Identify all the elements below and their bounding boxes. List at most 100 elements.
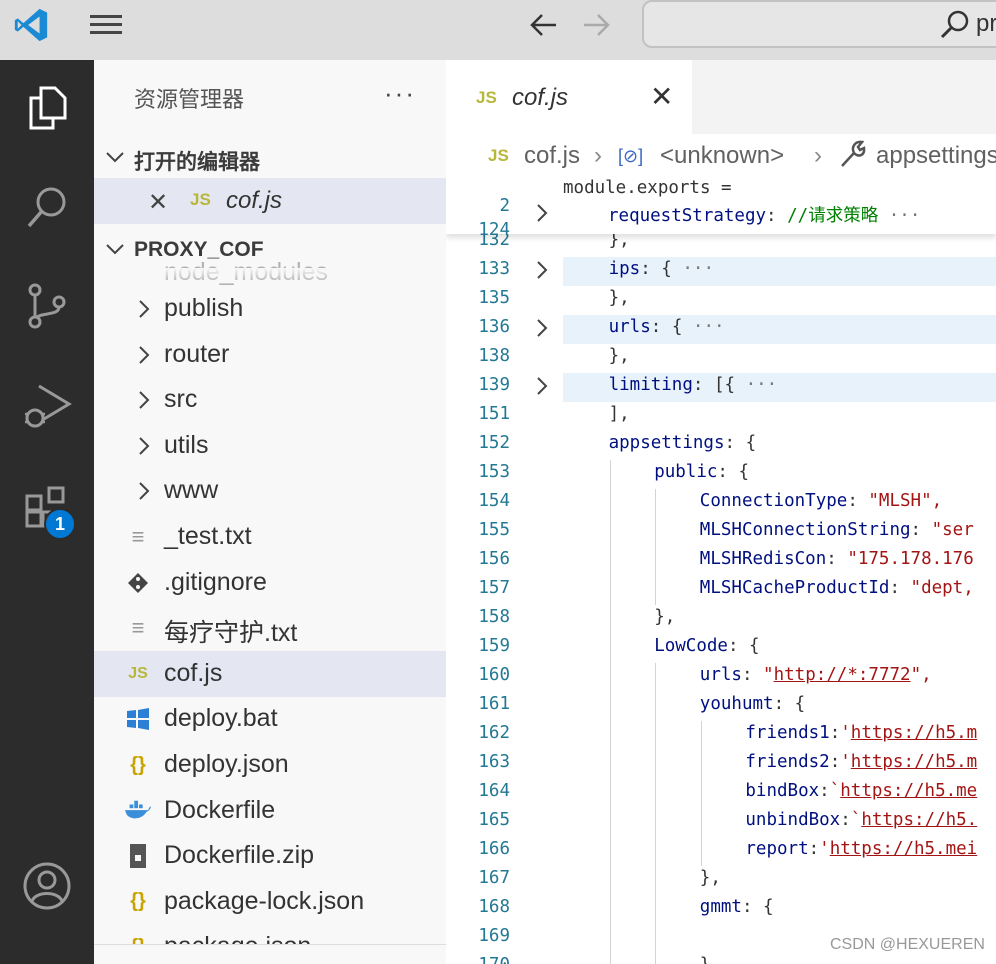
tab-label: cof.js xyxy=(512,84,569,111)
code-line[interactable]: 160 urls: "http://*:7772", xyxy=(446,663,996,692)
text-file-icon: ≡ xyxy=(131,615,145,641)
tree-item[interactable]: .gitignore xyxy=(94,560,446,606)
code-line[interactable]: 139 limiting: [{ ··· xyxy=(446,373,996,402)
chevron-right-icon xyxy=(130,477,158,505)
code-line[interactable]: 155 MLSHConnectionString: "ser xyxy=(446,518,996,547)
tree-item-label: .gitignore xyxy=(164,567,267,596)
outline-section[interactable] xyxy=(94,944,446,964)
code-line[interactable]: 157 MLSHCacheProductId: "dept, xyxy=(446,576,996,605)
zip-file-icon xyxy=(124,842,152,870)
run-debug-icon[interactable] xyxy=(0,366,94,446)
tree-item-label: _test.txt xyxy=(164,522,252,550)
vscode-logo-icon xyxy=(12,6,50,44)
breadcrumb-symbol-unknown[interactable]: <unknown> xyxy=(660,142,784,170)
code-line[interactable]: 163 friends2:'https://h5.m xyxy=(446,750,996,779)
git-icon xyxy=(124,569,152,597)
code-line[interactable]: 151], xyxy=(446,402,996,431)
source-control-icon[interactable] xyxy=(0,266,94,346)
code-line[interactable]: 167}, xyxy=(446,866,996,895)
open-editor-item[interactable]: ✕ JS cof.js xyxy=(94,178,446,224)
tree-item-label: 每疗守护.txt xyxy=(164,619,298,648)
chevron-right-icon[interactable] xyxy=(534,375,550,397)
close-icon[interactable]: ✕ xyxy=(148,188,168,217)
tree-item[interactable]: {} deploy.json xyxy=(94,742,446,788)
open-editors-section[interactable]: 打开的编辑器 xyxy=(94,136,446,180)
code-line[interactable]: 161 youhumt: { xyxy=(446,692,996,721)
tree-item[interactable]: Dockerfile xyxy=(94,788,446,834)
code-line[interactable]: 168 gmmt: { xyxy=(446,895,996,924)
extensions-icon[interactable] xyxy=(0,468,94,548)
tree-item[interactable]: JS cof.js xyxy=(94,650,446,697)
tree-item-label: cof.js xyxy=(164,658,223,687)
symbol-object-icon: [⊘] xyxy=(618,146,644,166)
open-editors-label: 打开的编辑器 xyxy=(134,151,260,174)
breadcrumb-symbol-appsettings[interactable]: appsettings xyxy=(876,142,996,170)
menu-icon[interactable] xyxy=(88,12,124,38)
tree-item-label: package-lock.json xyxy=(164,886,365,915)
chevron-right-icon[interactable] xyxy=(534,259,550,281)
code-line[interactable]: 152 appsettings: { xyxy=(446,431,996,460)
code-line[interactable]: 138}, xyxy=(446,344,996,373)
json-icon: {} xyxy=(130,753,146,776)
js-file-icon: JS xyxy=(190,190,211,209)
more-actions-button[interactable]: ··· xyxy=(384,78,416,109)
code-line[interactable]: 133 ips: { ··· xyxy=(446,257,996,286)
tree-item-label: src xyxy=(164,385,198,414)
tab-cof-js[interactable]: JS cof.js ✕ xyxy=(446,60,692,134)
tree-item[interactable]: ≡ 每疗守护.txt xyxy=(94,605,446,651)
tree-item-label: Dockerfile xyxy=(164,795,276,824)
code-line[interactable]: 153 public: { xyxy=(446,460,996,489)
chevron-right-icon xyxy=(130,341,158,369)
chevron-right-icon[interactable] xyxy=(534,317,550,339)
code-line[interactable]: 164 bindBox:`https://h5.me xyxy=(446,779,996,808)
js-file-icon: JS xyxy=(128,664,148,682)
breadcrumb: JS cof.js › [⊘] <unknown> › appsettings xyxy=(446,136,996,176)
tree-item[interactable]: src xyxy=(94,377,446,423)
forward-arrow-icon[interactable] xyxy=(580,10,612,40)
watermark: CSDN @HEXUEREN xyxy=(830,936,985,953)
tree-item[interactable]: Dockerfile.zip xyxy=(94,833,446,879)
chevron-down-icon xyxy=(106,152,124,163)
code-line[interactable]: 162 friends1:'https://h5.m xyxy=(446,721,996,750)
command-center-search[interactable]: pr xyxy=(642,0,996,48)
code-line[interactable]: 170}, xyxy=(446,953,996,964)
tree-item-label: www xyxy=(164,476,219,505)
tree-item-label: router xyxy=(164,339,230,368)
json-icon: {} xyxy=(130,890,146,913)
code-line[interactable]: 158}, xyxy=(446,605,996,634)
back-arrow-icon[interactable] xyxy=(528,10,560,40)
code-line[interactable]: 159 LowCode: { xyxy=(446,634,996,663)
chevron-right-icon[interactable] xyxy=(534,202,550,224)
open-editor-name: cof.js xyxy=(226,187,283,214)
explorer-icon[interactable] xyxy=(0,68,94,148)
explorer-sidebar: 资源管理器 ··· 打开的编辑器 ✕ JS cof.js PROXY_COF n… xyxy=(94,60,446,964)
code-line[interactable]: 166 report:'https://h5.mei xyxy=(446,837,996,866)
tree-item[interactable]: deploy.bat xyxy=(94,696,446,742)
chevron-right-icon xyxy=(130,295,158,323)
chevron-right-icon: › xyxy=(594,142,602,169)
account-icon[interactable] xyxy=(0,846,94,926)
activity-bar: 1 xyxy=(0,60,94,964)
code-line[interactable]: 124 requestStrategy: //请求策略 ··· xyxy=(446,200,996,240)
windows-icon xyxy=(124,705,152,733)
code-line[interactable]: 136 urls: { ··· xyxy=(446,315,996,344)
search-icon xyxy=(938,8,972,42)
annotation-arrows xyxy=(986,580,996,720)
tree-item[interactable]: ≡ _test.txt xyxy=(94,514,446,560)
code-line[interactable]: 165 unbindBox:`https://h5. xyxy=(446,808,996,837)
code-line[interactable]: 156 MLSHRedisCon: "175.178.176 xyxy=(446,547,996,576)
code-line[interactable]: 135}, xyxy=(446,286,996,315)
close-icon[interactable]: ✕ xyxy=(650,80,673,113)
tree-item[interactable]: publish xyxy=(94,286,446,332)
tree-item[interactable]: router xyxy=(94,332,446,378)
chevron-right-icon xyxy=(130,386,158,414)
tree-item[interactable]: utils xyxy=(94,423,446,469)
search-icon[interactable] xyxy=(0,168,94,248)
tree-item[interactable]: {} package-lock.json xyxy=(94,879,446,925)
tree-item-label: Dockerfile.zip xyxy=(164,841,315,870)
breadcrumb-file[interactable]: cof.js xyxy=(524,142,580,170)
tab-bar: JS cof.js ✕ xyxy=(446,60,996,134)
chevron-right-icon xyxy=(130,432,158,460)
tree-item[interactable]: www xyxy=(94,468,446,514)
code-line[interactable]: 154 ConnectionType: "MLSH", xyxy=(446,489,996,518)
